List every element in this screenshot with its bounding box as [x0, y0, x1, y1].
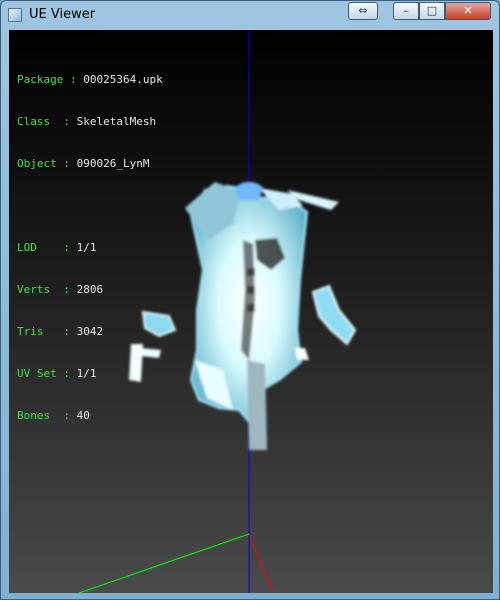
- info-value: 1/1: [76, 241, 97, 254]
- mesh-info-overlay: Package : 00025364.upk Class : SkeletalM…: [17, 45, 163, 451]
- info-value: 40: [76, 409, 90, 422]
- close-button[interactable]: ✕: [445, 2, 491, 20]
- swap-button[interactable]: ⇔: [348, 2, 378, 20]
- app-window: UE Viewer ⇔ – □ ✕ Package: 00025364.upk…: [0, 0, 500, 600]
- app-icon: [8, 8, 22, 22]
- info-label: LOD: [17, 241, 64, 254]
- info-value: 3042: [76, 325, 104, 338]
- info-label: Package: [17, 73, 64, 86]
- info-label: Verts: [17, 283, 64, 296]
- x-axis-line: [248, 533, 274, 593]
- info-class-row: Class : SkeletalMesh: [17, 115, 157, 128]
- info-label: UV Set: [17, 367, 64, 380]
- info-label: Tris: [17, 325, 64, 338]
- info-value: 00025364.upk: [83, 73, 163, 86]
- info-value: SkeletalMesh: [76, 115, 157, 128]
- info-value: 2806: [76, 283, 104, 296]
- maximize-button[interactable]: □: [419, 2, 445, 20]
- z-axis-line: [78, 533, 250, 593]
- info-label: Bones: [17, 409, 64, 422]
- 3d-viewport[interactable]: Package : 00025364.upk Class : SkeletalM…: [9, 30, 493, 593]
- info-tris-row: Tris : 3042: [17, 325, 104, 338]
- info-value: 090026_LynM: [76, 157, 150, 170]
- info-object-row: Object : 090026_LynM: [17, 157, 150, 170]
- info-value: 1/1: [76, 367, 97, 380]
- skeletal-mesh-model: [129, 182, 357, 450]
- info-label: Object: [17, 157, 64, 170]
- info-label: Class: [17, 115, 64, 128]
- info-uvset-row: UV Set : 1/1: [17, 367, 97, 380]
- title-bar[interactable]: UE Viewer ⇔ – □ ✕: [1, 1, 499, 29]
- info-bones-row: Bones : 40: [17, 409, 90, 422]
- info-lod-row: LOD : 1/1: [17, 241, 97, 254]
- info-package-row: Package : 00025364.upk: [17, 73, 163, 86]
- minimize-button[interactable]: –: [393, 2, 419, 20]
- info-verts-row: Verts : 2806: [17, 283, 104, 296]
- window-title: UE Viewer: [29, 7, 96, 22]
